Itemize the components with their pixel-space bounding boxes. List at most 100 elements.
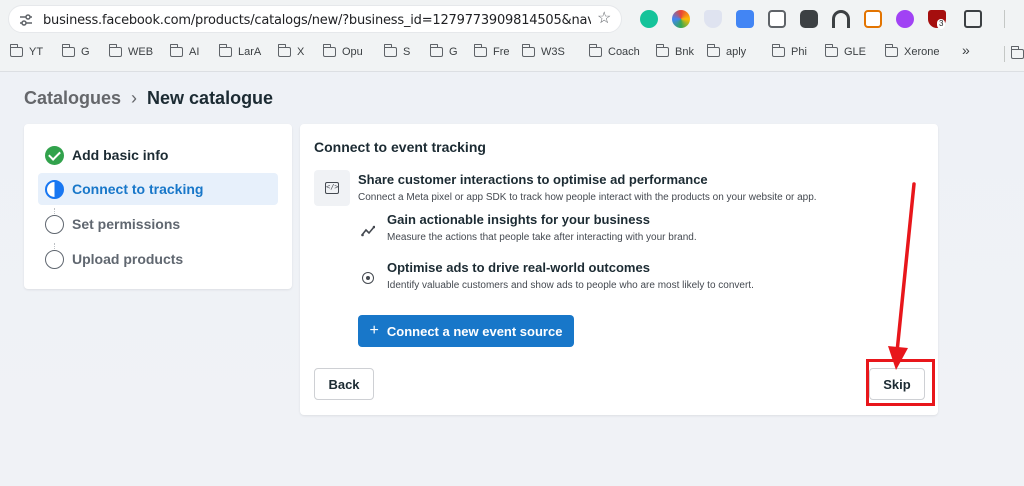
folder-icon: [473, 44, 487, 57]
folder-icon: [383, 44, 397, 57]
bookmark-item[interactable]: Phi: [771, 44, 807, 58]
step-label: Connect to tracking: [72, 181, 204, 197]
red-shield-icon[interactable]: 3: [928, 10, 946, 29]
translate-icon[interactable]: [736, 10, 754, 28]
event-tracking-card: Connect to event tracking </> Share cust…: [300, 124, 938, 415]
folder-icon: [9, 44, 23, 57]
brain-icon[interactable]: [896, 10, 914, 28]
breadcrumb: Catalogues › New catalogue: [24, 88, 273, 109]
all-bookmarks-folder-icon[interactable]: [1004, 46, 1024, 62]
folder-icon: [169, 44, 183, 57]
folder-icon: [277, 44, 291, 57]
grammarly-icon[interactable]: [640, 10, 658, 28]
folder-icon: [706, 44, 720, 57]
bookmark-item[interactable]: GLE: [824, 44, 867, 58]
folder-icon: [824, 44, 838, 57]
half-circle-icon: [45, 179, 64, 199]
bookmark-item[interactable]: AI: [169, 44, 200, 58]
step-set-permissions[interactable]: Set permissions: [38, 208, 278, 240]
step-connect-to-tracking[interactable]: Connect to tracking: [38, 173, 278, 205]
empty-circle-icon: [45, 214, 64, 234]
step-label: Add basic info: [72, 147, 169, 163]
folder-icon: [1010, 46, 1024, 59]
bookmark-item[interactable]: Coach: [588, 44, 640, 58]
feature-description: Measure the actions that people take aft…: [387, 232, 697, 243]
step-upload-products[interactable]: Upload products: [38, 243, 278, 275]
bookmark-item[interactable]: X: [277, 44, 304, 58]
folder-icon: [655, 44, 669, 57]
bookmark-label: YT: [29, 46, 44, 58]
bookmark-item[interactable]: LarA: [218, 44, 262, 58]
screen-icon[interactable]: [864, 10, 882, 28]
bookmark-label: G: [449, 46, 458, 58]
feature-title: Gain actionable insights for your busine…: [387, 212, 650, 227]
folder-icon: [588, 44, 602, 57]
bookmark-item[interactable]: G: [61, 44, 90, 58]
bookmark-label: GLE: [844, 46, 867, 58]
feature-description: Identify valuable customers and show ads…: [387, 280, 754, 291]
bookmark-label: Bnk: [675, 46, 694, 58]
bookmark-item[interactable]: W3S: [521, 44, 565, 58]
feature-description: Connect a Meta pixel or app SDK to track…: [358, 192, 817, 203]
card-title: Connect to event tracking: [314, 139, 486, 155]
bookmark-item[interactable]: S: [383, 44, 410, 58]
annotation-arrow: [888, 182, 916, 370]
bookmark-label: aply: [726, 46, 747, 58]
bookmark-label: LarA: [238, 46, 262, 58]
bookmark-label: AI: [189, 46, 200, 58]
chevron-right-icon: ›: [131, 88, 138, 108]
breadcrumb-catalogues-link[interactable]: Catalogues: [24, 88, 121, 109]
bookmark-item[interactable]: YT: [9, 44, 44, 58]
empty-circle-icon: [45, 249, 64, 269]
bookmark-label: Coach: [608, 46, 640, 58]
folder-icon: [61, 44, 75, 57]
connect-event-source-button[interactable]: + Connect a new event source: [358, 315, 574, 347]
folder-icon: [429, 44, 443, 57]
step-label: Set permissions: [72, 216, 181, 232]
bookmarks-bar: YT G WEB AI LarA X Opu S G Fre W3S Coach Bnk aply Phi G…: [0, 38, 1024, 68]
trend-icon: [360, 223, 376, 239]
robot-icon[interactable]: [800, 10, 818, 28]
extensions-puzzle-icon[interactable]: [964, 10, 982, 28]
feature-title: Optimise ads to drive real-world outcome…: [387, 260, 650, 275]
bookmark-label: Xerone: [904, 46, 940, 58]
folder-icon: [322, 44, 336, 57]
folder-icon: [108, 44, 122, 57]
feature-title: Share customer interactions to optimise …: [358, 172, 708, 187]
site-settings-icon[interactable]: [19, 13, 33, 27]
page-content: Catalogues › New catalogue Add basic inf…: [0, 72, 1024, 486]
check-circle-icon: [45, 145, 64, 165]
bookmark-label: G: [81, 46, 90, 58]
address-bar[interactable]: business.facebook.com/products/catalogs/…: [8, 5, 622, 33]
folder-icon: [771, 44, 785, 57]
bookmark-item[interactable]: Fre: [473, 44, 510, 58]
bookmark-star-icon[interactable]: ☆: [597, 10, 611, 28]
bookmark-item[interactable]: Bnk: [655, 44, 694, 58]
step-label: Upload products: [72, 251, 184, 267]
more-bookmarks-icon[interactable]: »: [962, 42, 970, 58]
folder-icon: [884, 44, 898, 57]
button-label: Connect a new event source: [386, 323, 563, 339]
back-button[interactable]: Back: [314, 368, 374, 400]
toolbar-divider: [1004, 10, 1005, 28]
bookmark-item[interactable]: WEB: [108, 44, 154, 58]
folder-icon: [218, 44, 232, 57]
extension-badge: 3: [937, 19, 946, 29]
code-icon-box: </>: [314, 170, 350, 206]
shield-icon[interactable]: [704, 10, 722, 28]
arch-icon[interactable]: [832, 10, 850, 28]
bookmark-label: Phi: [791, 46, 807, 58]
bookmark-item[interactable]: Xerone: [884, 44, 940, 58]
bookmark-label: WEB: [128, 46, 154, 58]
copy-icon[interactable]: [768, 10, 786, 28]
bookmark-label: Opu: [342, 46, 363, 58]
page-title: New catalogue: [147, 88, 274, 108]
steps-panel: Add basic info Connect to tracking Set p…: [24, 124, 292, 289]
target-icon: [360, 270, 376, 286]
bookmark-item[interactable]: aply: [706, 44, 747, 58]
bookmark-item[interactable]: Opu: [322, 44, 363, 58]
colorful-circle-icon[interactable]: [672, 10, 690, 28]
url-text[interactable]: business.facebook.com/products/catalogs/…: [43, 13, 591, 28]
bookmark-item[interactable]: G: [429, 44, 458, 58]
step-add-basic-info[interactable]: Add basic info: [38, 139, 278, 171]
